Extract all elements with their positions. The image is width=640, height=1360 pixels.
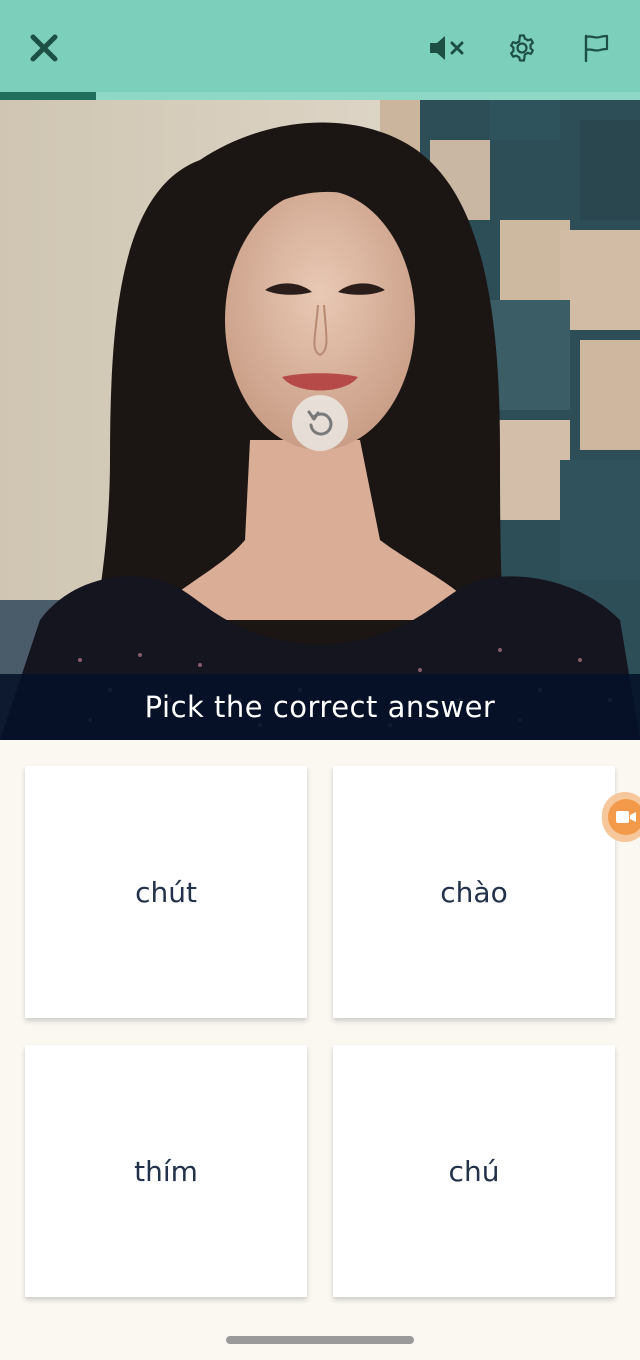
lesson-progress-bar	[0, 92, 640, 100]
lesson-video[interactable]: Pick the correct answer	[0, 100, 640, 740]
answer-label: chào	[440, 875, 508, 909]
settings-button[interactable]	[502, 28, 542, 68]
home-indicator[interactable]	[226, 1336, 414, 1344]
speaker-muted-icon	[430, 36, 464, 60]
replay-icon	[307, 410, 333, 436]
answer-label: chú	[448, 1154, 500, 1188]
video-camera-icon	[608, 799, 640, 835]
close-button[interactable]	[24, 28, 64, 68]
caption-bar: Pick the correct answer	[0, 674, 640, 740]
answer-option-3[interactable]: thím	[25, 1045, 307, 1297]
floating-video-tab[interactable]	[602, 792, 640, 842]
answer-label: chút	[135, 875, 197, 909]
flag-icon	[584, 34, 609, 63]
close-icon	[30, 34, 58, 62]
report-button[interactable]	[576, 28, 616, 68]
answer-label: thím	[134, 1154, 198, 1188]
replay-button[interactable]	[292, 395, 348, 451]
caption-text: Pick the correct answer	[144, 690, 496, 724]
answer-option-4[interactable]: chú	[333, 1045, 615, 1297]
top-bar	[0, 0, 640, 100]
mute-button[interactable]	[428, 28, 468, 68]
answer-option-2[interactable]: chào	[333, 766, 615, 1018]
gear-icon	[510, 34, 534, 62]
answer-option-1[interactable]: chút	[25, 766, 307, 1018]
lesson-progress-fill	[0, 92, 96, 100]
